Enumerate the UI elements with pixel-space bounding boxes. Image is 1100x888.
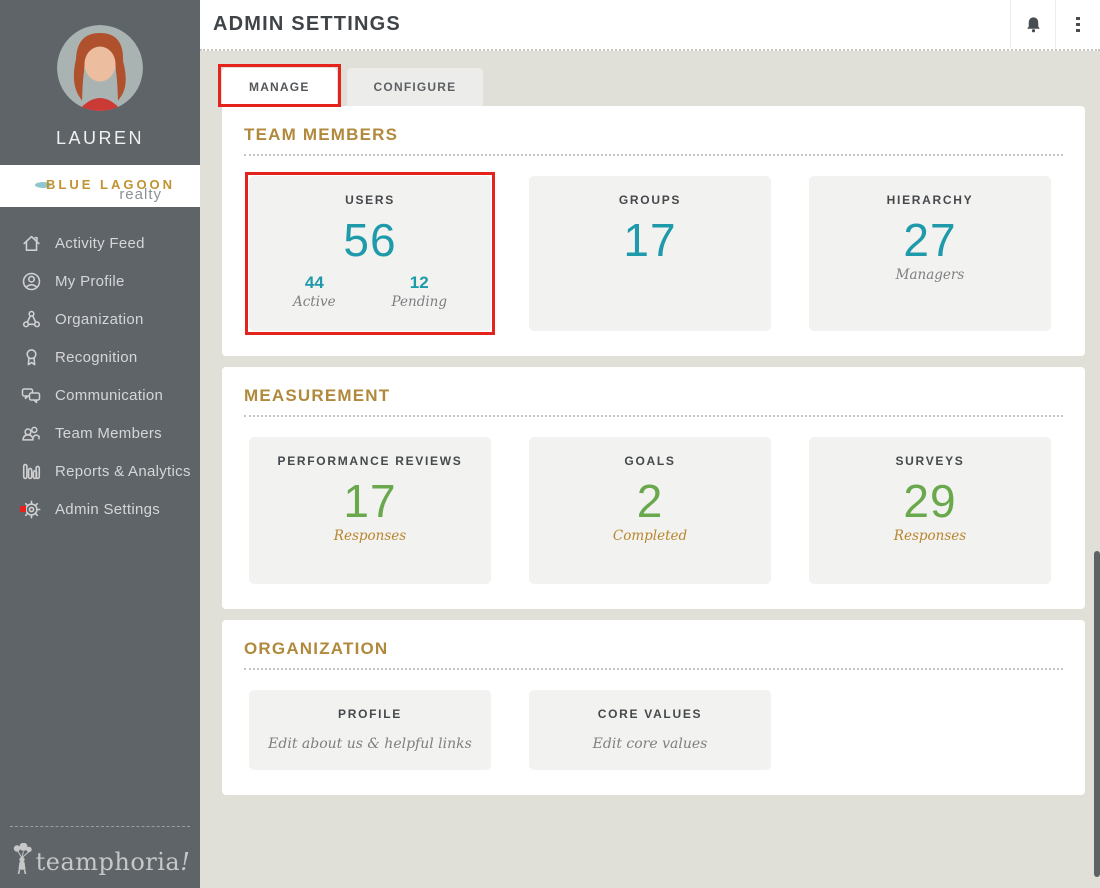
avatar[interactable] xyxy=(57,25,143,111)
kebab-icon xyxy=(1076,16,1080,33)
annotation-box xyxy=(218,64,341,107)
card-substats: 44 Active 12 Pending xyxy=(249,273,491,310)
card-value: 56 xyxy=(343,214,397,266)
section-title: ORGANIZATION xyxy=(244,639,389,658)
section-title: TEAM MEMBERS xyxy=(244,125,399,144)
user-photo xyxy=(57,25,143,111)
cards-row: USERS 56 44 Active 12 Pending GROUPS 17 HIERARCH… xyxy=(244,172,1063,335)
section-team-members: TEAM MEMBERS USERS 56 44 Active 12 Pending GROU… xyxy=(222,106,1085,356)
user-name: LAUREN xyxy=(55,128,145,148)
logo-text: teamphoria! xyxy=(35,848,191,876)
company-logo: BLUE LAGOON realty xyxy=(0,165,200,207)
main-area: ADMIN SETTINGS MANAGE CONFIGURE TEAM MEMB… xyxy=(200,0,1100,888)
reports-icon xyxy=(20,460,42,482)
sidebar-item-reports-analytics[interactable]: Reports & Analytics xyxy=(0,452,200,490)
top-header: ADMIN SETTINGS xyxy=(200,0,1100,51)
tab-manage[interactable]: MANAGE xyxy=(218,64,341,107)
card-title: GOALS xyxy=(624,454,676,468)
app-window: LAUREN BLUE LAGOON realty Activity Feed M… xyxy=(0,0,1100,888)
card-sublabel: Responses xyxy=(893,528,967,545)
card-sublabel: Completed xyxy=(612,528,688,545)
card-title: SURVEYS xyxy=(895,454,965,468)
card-title: GROUPS xyxy=(618,193,682,207)
card-value: 17 xyxy=(343,475,397,527)
substat-label: Pending xyxy=(391,294,447,311)
card-title: CORE VALUES xyxy=(597,707,703,721)
substat-active: 44 Active xyxy=(293,273,336,310)
gear-icon xyxy=(20,498,42,520)
substat-value: 12 xyxy=(409,273,429,293)
dotted-divider xyxy=(244,668,1063,670)
sidebar: LAUREN BLUE LAGOON realty Activity Feed M… xyxy=(0,0,200,888)
card-title: PERFORMANCE REVIEWS xyxy=(277,454,463,468)
tab-configure[interactable]: CONFIGURE xyxy=(346,68,484,106)
sidebar-item-team-members[interactable]: Team Members xyxy=(0,414,200,452)
substat-label: Active xyxy=(293,294,336,311)
dotted-divider xyxy=(244,415,1063,417)
sidebar-item-label: Admin Settings xyxy=(55,500,161,518)
mascot-icon xyxy=(13,843,32,875)
profile-icon xyxy=(20,270,42,292)
card-hierarchy[interactable]: HIERARCHY 27 Managers xyxy=(809,176,1051,331)
sidebar-item-label: Recognition xyxy=(55,348,138,366)
recognition-icon xyxy=(20,346,42,368)
team-members-icon xyxy=(20,422,42,444)
card-sublabel: Responses xyxy=(333,528,407,545)
substat-pending: 12 Pending xyxy=(392,273,447,310)
sidebar-item-my-profile[interactable]: My Profile xyxy=(0,262,200,300)
scrollbar-thumb[interactable] xyxy=(1094,551,1100,877)
sidebar-nav: Activity Feed My Profile Organization Recog… xyxy=(0,224,200,528)
bell-icon xyxy=(1026,16,1040,32)
card-sublabel: Edit core values xyxy=(592,736,708,752)
card-title: USERS xyxy=(345,193,395,207)
cards-row: PROFILE Edit about us & helpful links CORE… xyxy=(244,690,1063,770)
sections-container: TEAM MEMBERS USERS 56 44 Active 12 Pending GROU… xyxy=(222,106,1085,795)
dotted-divider xyxy=(244,154,1063,156)
sidebar-item-label: Reports & Analytics xyxy=(55,462,191,480)
card-users[interactable]: USERS 56 44 Active 12 Pending xyxy=(245,172,495,335)
sidebar-item-label: Organization xyxy=(55,310,144,328)
card-value: 29 xyxy=(903,475,957,527)
section-measurement: MEASUREMENT PERFORMANCE REVIEWS 17 Response… xyxy=(222,367,1085,609)
sidebar-item-label: Team Members xyxy=(55,424,162,442)
communication-icon xyxy=(20,384,42,406)
sidebar-item-label: Activity Feed xyxy=(55,234,145,252)
card-groups[interactable]: GROUPS 17 xyxy=(529,176,771,331)
card-core-values[interactable]: CORE VALUES Edit core values xyxy=(529,690,771,770)
organization-icon xyxy=(20,308,42,330)
header-actions xyxy=(1010,0,1100,49)
cards-row: PERFORMANCE REVIEWS 17 Responses GOALS 2 Comp… xyxy=(244,437,1063,584)
sidebar-item-organization[interactable]: Organization xyxy=(0,300,200,338)
card-performance-reviews[interactable]: PERFORMANCE REVIEWS 17 Responses xyxy=(249,437,491,584)
home-icon xyxy=(20,232,42,254)
card-surveys[interactable]: SURVEYS 29 Responses xyxy=(809,437,1051,584)
page-title: ADMIN SETTINGS xyxy=(213,13,401,35)
card-value: 27 xyxy=(903,214,957,266)
section-organization: ORGANIZATION PROFILE Edit about us & helpf… xyxy=(222,620,1085,795)
card-title: HIERARCHY xyxy=(886,193,974,207)
sidebar-item-label: My Profile xyxy=(55,272,125,290)
overflow-menu-button[interactable] xyxy=(1056,0,1100,49)
sidebar-footer: teamphoria! xyxy=(0,826,200,876)
card-title: PROFILE xyxy=(338,707,402,721)
card-value: 17 xyxy=(623,214,677,266)
sidebar-item-label: Communication xyxy=(55,386,164,404)
tab-bar: MANAGE CONFIGURE xyxy=(218,64,1085,107)
sidebar-item-activity-feed[interactable]: Activity Feed xyxy=(0,224,200,262)
sidebar-item-recognition[interactable]: Recognition xyxy=(0,338,200,376)
section-title: MEASUREMENT xyxy=(244,386,391,405)
brand-subname: realty xyxy=(119,186,162,203)
sidebar-item-communication[interactable]: Communication xyxy=(0,376,200,414)
card-value: 2 xyxy=(636,475,664,527)
teamphoria-logo: teamphoria! xyxy=(0,843,200,876)
card-sublabel: Edit about us & helpful links xyxy=(268,736,472,752)
content-area: MANAGE CONFIGURE TEAM MEMBERS USERS 56 44 Act… xyxy=(200,53,1100,888)
card-goals[interactable]: GOALS 2 Completed xyxy=(529,437,771,584)
card-profile[interactable]: PROFILE Edit about us & helpful links xyxy=(249,690,491,770)
card-sublabel: Managers xyxy=(895,267,965,284)
notifications-button[interactable] xyxy=(1011,0,1055,49)
footer-divider xyxy=(10,826,190,827)
sidebar-item-admin-settings[interactable]: Admin Settings xyxy=(0,490,200,528)
substat-value: 44 xyxy=(304,273,324,293)
